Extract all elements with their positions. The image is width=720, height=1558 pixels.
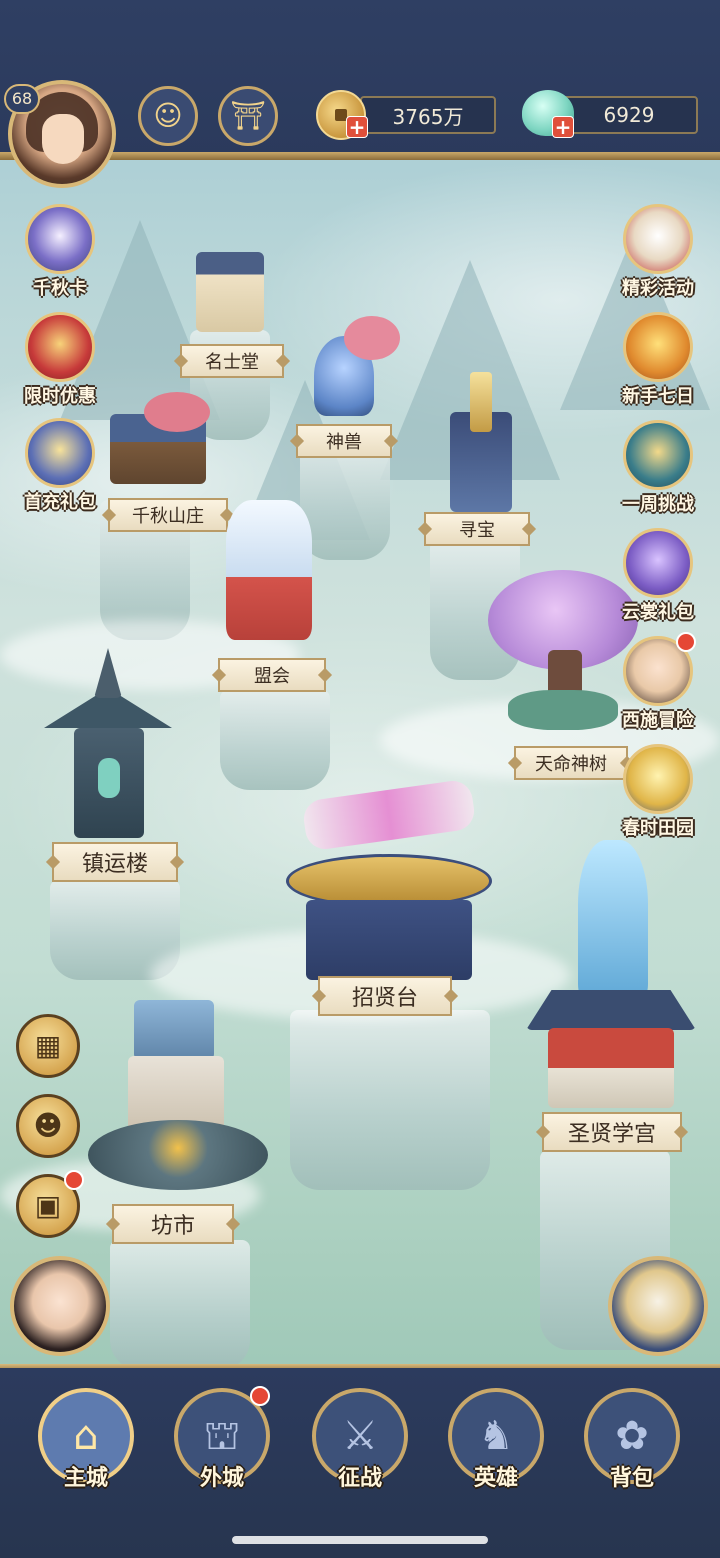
building-zhenyunlou[interactable] bbox=[28, 648, 188, 838]
city-wall-icon: ⛫ bbox=[203, 1413, 241, 1459]
cliff bbox=[290, 1010, 490, 1190]
golden-blade bbox=[470, 372, 492, 432]
building-menghui[interactable] bbox=[206, 470, 326, 650]
side-icon-weekly-challenge[interactable]: 一周挑战 bbox=[618, 420, 698, 516]
side-icon-first-recharge[interactable]: 首充礼包 bbox=[20, 418, 100, 514]
glowing-lantern bbox=[98, 758, 120, 798]
recruit-platform-body bbox=[306, 900, 472, 980]
friends-button[interactable]: ☻ bbox=[16, 1094, 80, 1158]
first-recharge-gift-icon bbox=[25, 418, 95, 488]
cards-icon: ▦ bbox=[34, 1029, 62, 1062]
building-shenshou[interactable] bbox=[300, 316, 400, 426]
plaque-zhaoxiantai[interactable]: 招贤台 bbox=[318, 976, 452, 1016]
building-mingshitang[interactable] bbox=[180, 232, 280, 342]
building-shengxian-xuegong[interactable] bbox=[526, 840, 696, 1110]
home-indicator[interactable] bbox=[232, 1536, 488, 1544]
plaque-xunbao[interactable]: 寻宝 bbox=[424, 512, 530, 546]
gate-icon: ⛩ bbox=[230, 99, 266, 132]
side-icon-spring-farm[interactable]: 春时田园 bbox=[618, 744, 698, 840]
side-icon-label: 春时田园 bbox=[622, 818, 694, 839]
bag-icon: ✿ bbox=[615, 1413, 649, 1459]
blossom-tree bbox=[144, 392, 210, 432]
nav-campaign[interactable]: ⚔ 征战 bbox=[312, 1388, 408, 1498]
scroll-banner bbox=[301, 778, 477, 852]
nav-label: 征战 bbox=[337, 1466, 382, 1491]
cliff bbox=[220, 690, 330, 790]
nav-label: 外城 bbox=[199, 1466, 244, 1491]
building-qianqiu-shanzhuang[interactable] bbox=[104, 392, 214, 492]
scroll-challenge-icon bbox=[623, 420, 693, 490]
fan-card-icon bbox=[25, 204, 95, 274]
purple-gift-icon bbox=[623, 528, 693, 598]
copper-amount: 3765万 bbox=[360, 96, 496, 134]
tree-island bbox=[508, 690, 618, 730]
cliff bbox=[110, 1240, 250, 1370]
player-level-badge: 68 bbox=[4, 84, 40, 114]
wheat-icon bbox=[623, 744, 693, 814]
side-icon-label: 云裳礼包 bbox=[622, 602, 694, 623]
gold-ingot-icon bbox=[623, 312, 693, 382]
chat-icon: ▣ bbox=[34, 1189, 62, 1222]
nav-outer-city[interactable]: ⛫ 外城 bbox=[174, 1386, 270, 1498]
nav-heroes[interactable]: ♞ 英雄 bbox=[448, 1388, 544, 1498]
add-copper-button[interactable]: + bbox=[346, 116, 368, 138]
plaque-shengxian-xuegong[interactable]: 圣贤学宫 bbox=[542, 1112, 682, 1152]
side-icon-xishi-adventure[interactable]: 西施冒险 bbox=[618, 632, 698, 732]
chat-notification-dot bbox=[64, 1170, 84, 1190]
add-jade-button[interactable]: + bbox=[552, 116, 574, 138]
scroll-menu-button[interactable] bbox=[608, 1256, 708, 1356]
lion-dance-icon bbox=[623, 204, 693, 274]
plaque-zhenyunlou[interactable]: 镇运楼 bbox=[52, 842, 178, 882]
hero-hat-icon: ♞ bbox=[478, 1413, 514, 1459]
plaque-mingshitang[interactable]: 名士堂 bbox=[180, 344, 284, 378]
side-icon-limited-offer[interactable]: 限时优惠 bbox=[20, 312, 100, 408]
building-fangshi[interactable] bbox=[88, 1000, 268, 1200]
shop-gate-button[interactable]: ⛩ bbox=[218, 86, 278, 146]
side-icon-label: 千秋卡 bbox=[33, 278, 87, 299]
side-icon-label: 首充礼包 bbox=[24, 492, 96, 513]
sage-statue bbox=[578, 840, 648, 1000]
friends-icon: ☻ bbox=[33, 1109, 63, 1142]
side-icon-qianqiu-card[interactable]: 千秋卡 bbox=[20, 204, 100, 300]
market-cargo bbox=[134, 1000, 214, 1060]
academy-roof bbox=[526, 990, 696, 1030]
academy-hall bbox=[548, 1028, 674, 1108]
avatar-face bbox=[42, 114, 84, 164]
nav-backpack[interactable]: ✿ 背包 bbox=[584, 1388, 680, 1498]
side-icon-newbie-seven-days[interactable]: 新手七日 bbox=[618, 312, 698, 408]
pagoda-structure bbox=[196, 252, 264, 332]
notification-dot bbox=[250, 1386, 270, 1406]
plaque-shenshou[interactable]: 神兽 bbox=[296, 424, 392, 458]
side-icon-events[interactable]: 精彩活动 bbox=[618, 204, 698, 300]
palace-icon: ⌂ bbox=[73, 1413, 99, 1459]
building-xunbao[interactable] bbox=[432, 372, 532, 512]
crab-beast bbox=[88, 1120, 268, 1190]
plaque-fangshi[interactable]: 坊市 bbox=[112, 1204, 234, 1244]
tower-spire bbox=[94, 648, 122, 698]
notification-dot bbox=[676, 632, 696, 652]
plaque-tianming-shenshu[interactable]: 天命神树 bbox=[514, 746, 628, 780]
sword-throne bbox=[226, 500, 312, 640]
customer-service-button[interactable]: ☺ bbox=[138, 86, 198, 146]
side-icon-label: 一周挑战 bbox=[622, 494, 694, 515]
nav-label: 背包 bbox=[609, 1466, 654, 1491]
cards-button[interactable]: ▦ bbox=[16, 1014, 80, 1078]
jade-amount: 6929 bbox=[560, 96, 698, 134]
side-icon-label: 精彩活动 bbox=[622, 278, 694, 299]
plaque-menghui[interactable]: 盟会 bbox=[218, 658, 326, 692]
nav-label: 英雄 bbox=[473, 1466, 518, 1491]
blossom-tree bbox=[344, 316, 400, 360]
nav-main-city[interactable]: ⌂ 主城 bbox=[38, 1388, 134, 1498]
gift-box-icon bbox=[25, 312, 95, 382]
headset-person-icon: ☺ bbox=[153, 99, 183, 132]
building-zhaoxiantai[interactable] bbox=[274, 778, 504, 980]
side-icon-label: 西施冒险 bbox=[622, 710, 694, 731]
side-icon-label: 新手七日 bbox=[622, 386, 694, 407]
hero-portrait-button[interactable] bbox=[10, 1256, 110, 1356]
side-icon-label: 限时优惠 bbox=[24, 386, 96, 407]
war-drum-icon: ⚔ bbox=[342, 1413, 378, 1459]
side-icon-yunshang-gift[interactable]: 云裳礼包 bbox=[618, 528, 698, 624]
nav-label: 主城 bbox=[63, 1466, 108, 1491]
